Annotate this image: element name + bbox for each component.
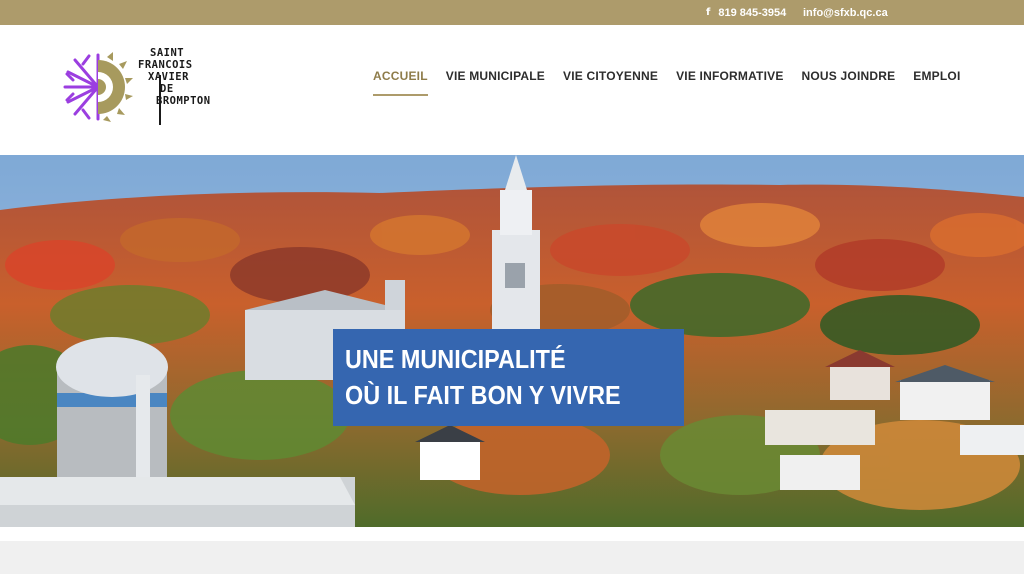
hero-bottom-gap bbox=[0, 527, 1024, 541]
nav-item-accueil[interactable]: ACCUEIL bbox=[373, 69, 428, 96]
phone-number[interactable]: 819 845-3954 bbox=[718, 7, 786, 19]
email-contact[interactable]: info@sfxb.qc.ca bbox=[803, 0, 888, 25]
hero-banner: UNE MUNICIPALITÉ OÙ IL FAIT BON Y VIVRE bbox=[0, 155, 1024, 527]
logo-line-3: XAVIER bbox=[148, 71, 189, 83]
nav-item-vie-municipale[interactable]: VIE MUNICIPALE bbox=[446, 69, 545, 89]
snowflake-sun-logo-icon bbox=[63, 52, 133, 122]
nav-item-emploi[interactable]: EMPLOI bbox=[913, 69, 960, 89]
site-header: SAINT FRANCOIS XAVIER DE BROMPTON ACCUEI… bbox=[0, 25, 1024, 155]
hero-title-box: UNE MUNICIPALITÉ OÙ IL FAIT BON Y VIVRE bbox=[333, 329, 684, 426]
hero-title-line-2: OÙ IL FAIT BON Y VIVRE bbox=[345, 380, 621, 410]
phone-contact[interactable]: f 819 845-3954 bbox=[706, 0, 786, 25]
site-logo[interactable]: SAINT FRANCOIS XAVIER DE BROMPTON bbox=[63, 47, 233, 129]
logo-line-1: SAINT bbox=[150, 47, 185, 59]
email-address[interactable]: info@sfxb.qc.ca bbox=[803, 7, 888, 19]
nav-item-vie-informative[interactable]: VIE INFORMATIVE bbox=[676, 69, 783, 89]
nav-item-nous-joindre[interactable]: NOUS JOINDRE bbox=[802, 69, 896, 89]
content-section-start bbox=[0, 541, 1024, 574]
facebook-icon[interactable]: f bbox=[706, 7, 710, 18]
nav-item-vie-citoyenne[interactable]: VIE CITOYENNE bbox=[563, 69, 658, 89]
logo-line-2: FRANCOIS bbox=[138, 59, 193, 71]
logo-divider bbox=[159, 75, 161, 125]
logo-line-5: BROMPTON bbox=[156, 95, 211, 107]
logo-wordmark: SAINT FRANCOIS XAVIER DE BROMPTON bbox=[138, 47, 238, 129]
main-nav: ACCUEIL VIE MUNICIPALE VIE CITOYENNE VIE… bbox=[373, 69, 960, 96]
logo-line-4: DE bbox=[160, 83, 174, 95]
hero-title-line-1: UNE MUNICIPALITÉ bbox=[345, 344, 566, 374]
top-contact-bar: f 819 845-3954 info@sfxb.qc.ca bbox=[0, 0, 1024, 25]
